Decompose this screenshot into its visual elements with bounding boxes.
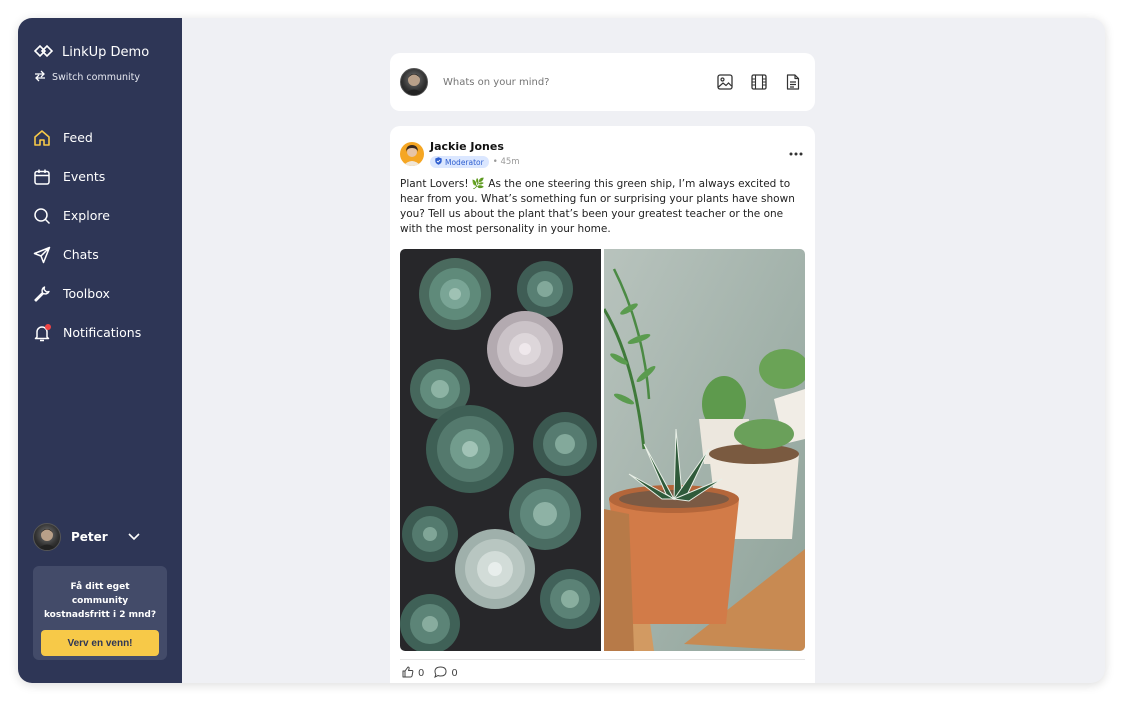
sidebar-nav: Feed Events Explore Chats Toolbox Notifi… xyxy=(18,118,182,352)
like-button[interactable]: 0 xyxy=(402,666,424,681)
home-icon xyxy=(33,129,51,147)
promo-card: Få ditt eget community kostnadsfritt i 2… xyxy=(33,566,167,660)
author-name[interactable]: Jackie Jones xyxy=(430,140,520,153)
comment-button[interactable]: 0 xyxy=(434,666,458,681)
post-reactions: 0 0 xyxy=(402,666,458,681)
switch-community-label: Switch community xyxy=(52,72,141,83)
sidebar-item-feed[interactable]: Feed xyxy=(18,118,182,157)
feed-post: Jackie Jones Moderator • 45m Plant Lover… xyxy=(390,126,815,683)
post-input[interactable] xyxy=(441,75,715,89)
calendar-icon xyxy=(33,168,51,186)
brand-name: LinkUp Demo xyxy=(62,45,150,60)
post-meta: Moderator • 45m xyxy=(430,156,520,168)
more-options-icon[interactable] xyxy=(789,144,803,160)
post-time: • 45m xyxy=(492,157,520,167)
promo-text: Få ditt eget community kostnadsfritt i 2… xyxy=(43,582,157,620)
badge-label: Moderator xyxy=(445,157,484,167)
author-info: Jackie Jones Moderator • 45m xyxy=(430,140,520,168)
post-images xyxy=(400,249,805,651)
document-icon[interactable] xyxy=(783,72,803,92)
user-menu[interactable]: Peter xyxy=(33,523,140,551)
post-body: Plant Lovers! 🌿 As the one steering this… xyxy=(400,178,795,235)
user-name: Peter xyxy=(71,530,108,544)
refer-friend-button[interactable]: Verv en venn! xyxy=(41,630,159,656)
avatar xyxy=(33,523,61,551)
sidebar-item-label: Events xyxy=(63,169,106,184)
avatar[interactable] xyxy=(400,142,424,166)
linkup-logo-icon xyxy=(33,43,54,62)
sidebar-item-label: Chats xyxy=(63,247,99,262)
avatar xyxy=(400,68,428,96)
switch-community[interactable]: Switch community xyxy=(34,70,140,85)
post-author: Jackie Jones Moderator • 45m xyxy=(400,140,520,168)
sidebar-item-label: Notifications xyxy=(63,325,142,340)
shield-check-icon xyxy=(435,157,442,167)
chevron-down-icon xyxy=(128,530,140,544)
post-divider xyxy=(400,659,805,660)
sidebar-item-chats[interactable]: Chats xyxy=(18,235,182,274)
send-icon xyxy=(33,246,51,264)
like-count: 0 xyxy=(418,668,425,679)
moderator-badge: Moderator xyxy=(430,156,489,168)
wrench-icon xyxy=(33,285,51,303)
sidebar-item-label: Toolbox xyxy=(63,286,110,301)
sidebar-item-notifications[interactable]: Notifications xyxy=(18,313,182,352)
sidebar-item-label: Explore xyxy=(63,208,110,223)
swap-icon xyxy=(34,70,46,85)
sidebar-item-label: Feed xyxy=(63,130,93,145)
app-window: LinkUp Demo Switch community Feed Events… xyxy=(18,18,1105,683)
image-icon[interactable] xyxy=(715,72,735,92)
post-composer xyxy=(390,53,815,111)
brand[interactable]: LinkUp Demo xyxy=(33,43,150,62)
comment-icon xyxy=(434,666,447,681)
sidebar-item-events[interactable]: Events xyxy=(18,157,182,196)
succulents-image[interactable] xyxy=(400,249,601,651)
search-icon xyxy=(33,207,51,225)
sidebar-item-explore[interactable]: Explore xyxy=(18,196,182,235)
thumbs-up-icon xyxy=(402,666,414,681)
sidebar-item-toolbox[interactable]: Toolbox xyxy=(18,274,182,313)
bell-icon xyxy=(33,323,51,342)
potted-plants-image[interactable] xyxy=(602,249,805,651)
composer-actions xyxy=(715,72,803,92)
notification-dot xyxy=(45,323,51,330)
video-icon[interactable] xyxy=(749,72,769,92)
comment-count: 0 xyxy=(451,668,458,679)
sidebar: LinkUp Demo Switch community Feed Events… xyxy=(18,18,182,683)
